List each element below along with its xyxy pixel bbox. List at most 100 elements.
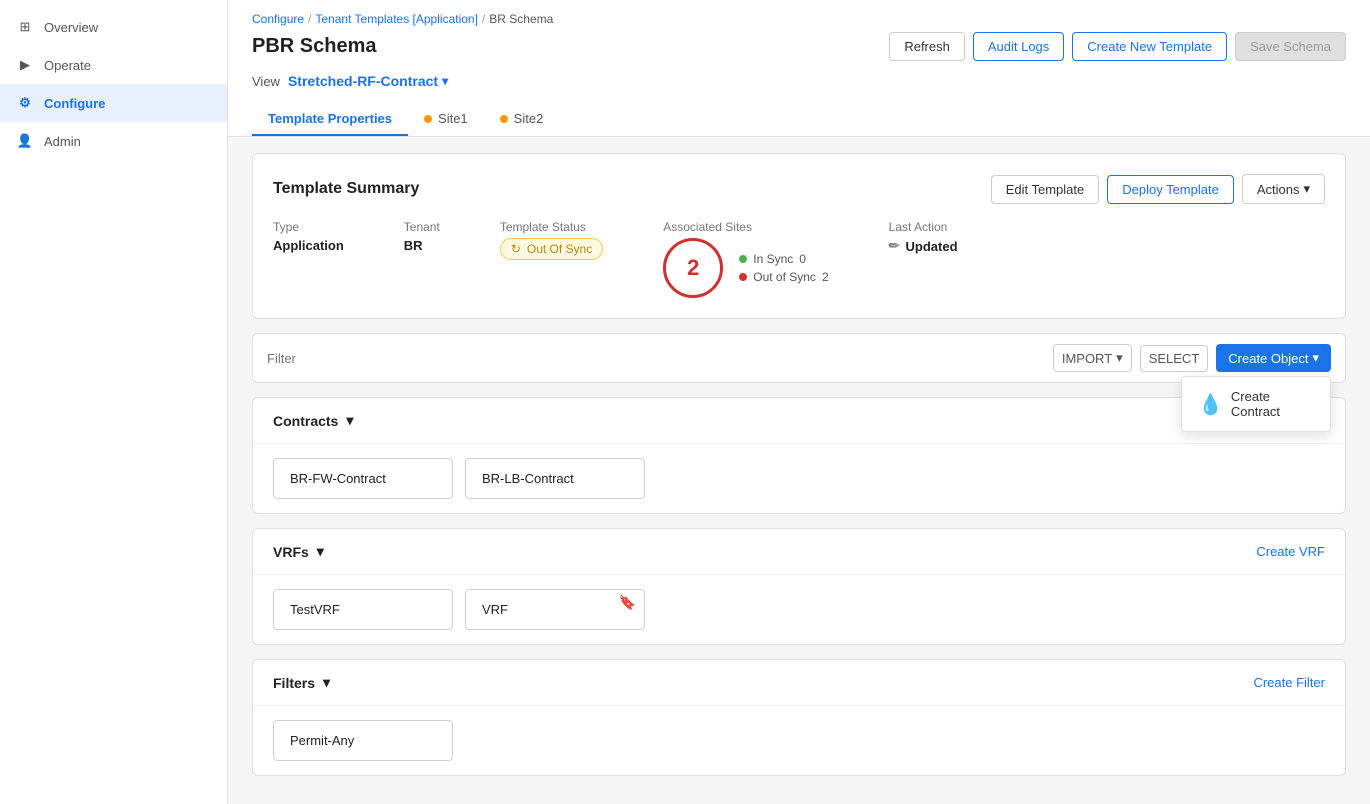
create-new-template-button[interactable]: Create New Template [1072,32,1227,61]
chevron-down-icon: ▾ [442,74,448,88]
import-button[interactable]: IMPORT ▾ [1053,344,1132,372]
vrfs-title: VRFs ▾ [273,543,324,560]
tab-template-properties[interactable]: Template Properties [252,103,408,136]
create-vrf-button[interactable]: Create VRF [1256,544,1325,559]
vrf-label: VRF [482,602,508,617]
last-action-field: Last Action ✏ Updated [889,220,958,254]
create-object-label: Create Object [1228,351,1308,366]
tenant-label: Tenant [404,220,440,234]
view-row: View Stretched-RF-Contract ▾ [252,73,1346,89]
vrfs-chevron-icon: ▾ [317,543,324,560]
sync-icon: ↻ [511,242,521,256]
last-action-value: ✏ Updated [889,238,958,254]
refresh-button[interactable]: Refresh [889,32,965,61]
contract-item[interactable]: BR-FW-Contract [273,458,453,499]
sidebar-item-label: Overview [44,20,98,35]
status-value: Out Of Sync [527,242,592,256]
edit-template-button[interactable]: Edit Template [991,175,1100,204]
in-sync-count: 0 [799,252,806,266]
actions-chevron-icon: ▾ [1303,181,1310,197]
view-label: View [252,74,280,89]
last-action-label: Last Action [889,220,958,234]
in-sync-label: In Sync [753,252,793,266]
filters-header: Filters ▾ Create Filter [253,660,1345,706]
sites-legend: In Sync 0 Out of Sync 2 [739,252,828,284]
breadcrumb-tenant-templates[interactable]: Tenant Templates [Application] [315,12,478,26]
view-selector[interactable]: Stretched-RF-Contract ▾ [288,73,448,89]
header: Configure / Tenant Templates [Applicatio… [228,0,1370,137]
vrfs-header: VRFs ▾ Create VRF [253,529,1345,575]
audit-logs-button[interactable]: Audit Logs [973,32,1064,61]
filters-content: Permit-Any [253,706,1345,775]
import-chevron-icon: ▾ [1116,350,1123,366]
sidebar-item-operate[interactable]: ▶ Operate [0,46,227,84]
filter-input[interactable] [267,351,1053,366]
overview-icon: ⊞ [16,18,34,36]
create-contract-menu-item[interactable]: 💧 Create Contract [1182,381,1330,427]
associated-sites-label: Associated Sites [663,220,828,234]
filter-item[interactable]: Permit-Any [273,720,453,761]
edit-icon: ✏ [889,238,900,254]
filters-chevron-icon: ▾ [323,674,330,691]
sidebar: ⊞ Overview ▶ Operate ⚙ Configure 👤 Admin [0,0,228,804]
admin-icon: 👤 [16,132,34,150]
last-action-text: Updated [906,239,958,254]
sidebar-item-configure[interactable]: ⚙ Configure [0,84,227,122]
actions-button[interactable]: Actions ▾ [1242,174,1325,204]
actions-label: Actions [1257,182,1300,197]
sidebar-item-overview[interactable]: ⊞ Overview [0,8,227,46]
filters-label: Filters [273,675,315,691]
template-summary-card: Template Summary Edit Template Deploy Te… [252,153,1346,319]
import-label: IMPORT [1062,351,1112,366]
tab-site2[interactable]: Site2 [484,103,560,136]
contract-label: BR-FW-Contract [290,471,386,486]
create-filter-button[interactable]: Create Filter [1253,675,1325,690]
contracts-title: Contracts ▾ [273,412,353,429]
card-title: Template Summary [273,180,419,198]
deploy-template-button[interactable]: Deploy Template [1107,175,1234,204]
status-badge: ↻ Out Of Sync [500,238,603,260]
create-object-button[interactable]: Create Object ▾ [1216,344,1331,372]
tab-label: Template Properties [268,111,392,126]
tab-label: Site2 [514,111,544,126]
tab-site1[interactable]: Site1 [408,103,484,136]
save-schema-button[interactable]: Save Schema [1235,32,1346,61]
filters-section: Filters ▾ Create Filter Permit-Any [252,659,1346,776]
create-contract-label: Create Contract [1231,389,1314,419]
header-actions: Refresh Audit Logs Create New Template S… [889,32,1346,61]
sites-count: 2 [687,255,699,281]
sidebar-item-label: Operate [44,58,91,73]
filter-label: Permit-Any [290,733,354,748]
type-value: Application [273,238,344,253]
contract-label: BR-LB-Contract [482,471,574,486]
sites-circle-container: 2 In Sync 0 Out of Sync 2 [663,238,828,298]
breadcrumb: Configure / Tenant Templates [Applicatio… [252,12,1346,26]
vrf-item[interactable]: 🔖 VRF [465,589,645,630]
tabs: Template Properties Site1 Site2 [252,103,1346,136]
vrfs-label: VRFs [273,544,309,560]
contract-item[interactable]: BR-LB-Contract [465,458,645,499]
vrfs-content: TestVRF 🔖 VRF [253,575,1345,644]
type-field: Type Application [273,220,344,253]
out-of-sync-count: 2 [822,270,829,284]
vrf-item[interactable]: TestVRF [273,589,453,630]
template-status-field: Template Status ↻ Out Of Sync [500,220,603,260]
create-object-chevron-icon: ▾ [1312,350,1319,366]
sidebar-item-admin[interactable]: 👤 Admin [0,122,227,160]
sites-circle: 2 [663,238,723,298]
out-of-sync-label: Out of Sync [753,270,816,284]
contracts-content: BR-FW-Contract BR-LB-Contract [253,444,1345,513]
configure-icon: ⚙ [16,94,34,112]
breadcrumb-sep-2: / [482,12,485,26]
in-sync-legend: In Sync 0 [739,252,828,266]
type-label: Type [273,220,344,234]
operate-icon: ▶ [16,56,34,74]
tab-label: Site1 [438,111,468,126]
select-button[interactable]: SELECT [1140,345,1209,372]
create-object-dropdown: Create Object ▾ 💧 Create Contract [1216,344,1331,372]
content-area: Template Summary Edit Template Deploy Te… [228,137,1370,804]
breadcrumb-configure[interactable]: Configure [252,12,304,26]
header-row: PBR Schema Refresh Audit Logs Create New… [252,32,1346,73]
out-of-sync-dot [739,273,747,281]
sidebar-item-label: Configure [44,96,105,111]
